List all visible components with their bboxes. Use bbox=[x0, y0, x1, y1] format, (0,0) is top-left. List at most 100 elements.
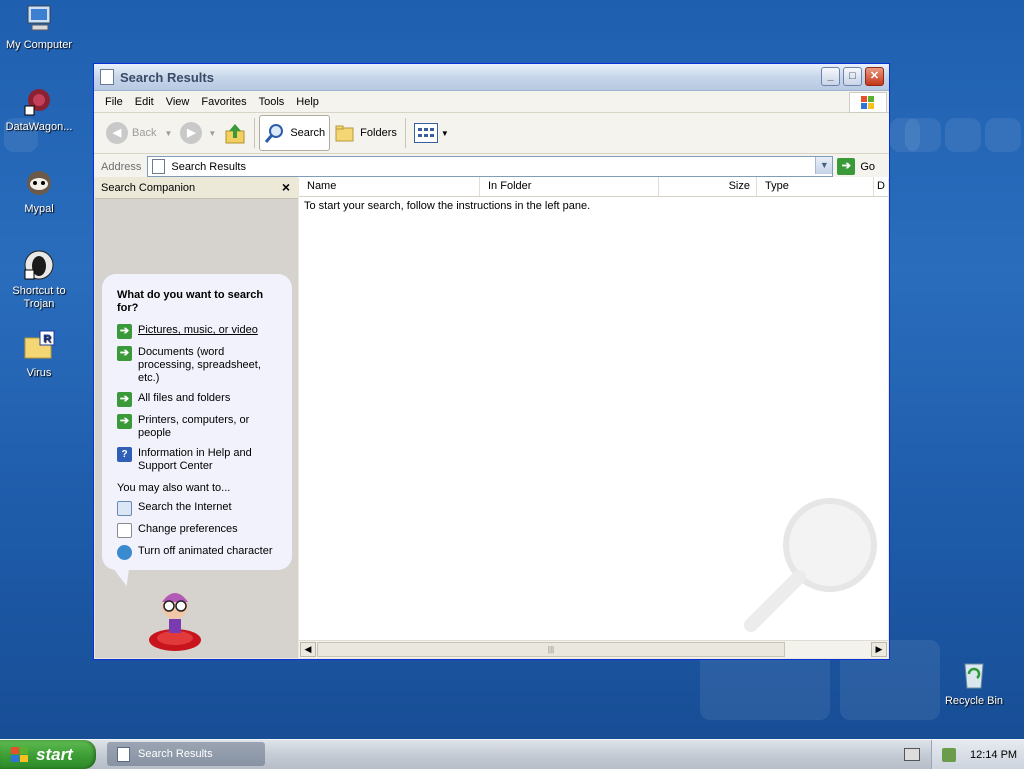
animated-character[interactable] bbox=[145, 584, 205, 654]
views-button[interactable]: ▼ bbox=[410, 116, 453, 150]
option-search-internet[interactable]: Search the Internet bbox=[117, 501, 282, 516]
column-name[interactable]: Name bbox=[299, 177, 480, 196]
green-arrow-icon: ➔ bbox=[117, 414, 132, 429]
desktop-icon-label: Recycle Bin bbox=[944, 695, 1004, 707]
toolbar-separator bbox=[404, 118, 406, 148]
results-pane: Name In Folder Size Type D To start your… bbox=[299, 177, 888, 658]
back-button[interactable]: ◀ Back ▼ bbox=[102, 116, 176, 150]
computer-icon bbox=[22, 2, 56, 36]
recycle-bin-icon bbox=[957, 658, 991, 692]
go-label: Go bbox=[860, 160, 876, 173]
folders-label: Folders bbox=[360, 127, 397, 139]
menu-edit[interactable]: Edit bbox=[129, 96, 160, 108]
clock[interactable]: 12:14 PM bbox=[970, 749, 1017, 761]
search-companion-pane: Search Companion × What do you want to s… bbox=[95, 177, 298, 658]
column-type[interactable]: Type bbox=[757, 177, 874, 196]
title-bar[interactable]: Search Results _ □ ✕ bbox=[94, 64, 889, 91]
maximize-button[interactable]: □ bbox=[843, 67, 862, 86]
back-dropdown-icon[interactable]: ▼ bbox=[164, 129, 172, 138]
address-page-icon bbox=[152, 159, 166, 174]
desktop-icon-mypal[interactable]: Mypal bbox=[0, 166, 78, 216]
desktop-icon-label: Mypal bbox=[24, 203, 54, 215]
option-documents[interactable]: ➔ Documents (word processing, spreadshee… bbox=[117, 346, 282, 385]
views-icon bbox=[413, 123, 438, 143]
search-question: What do you want to search for? bbox=[117, 289, 264, 314]
menu-view[interactable]: View bbox=[160, 96, 196, 108]
desktop-icon-shortcut-trojan[interactable]: Shortcut to Trojan bbox=[0, 248, 78, 311]
desktop-decoration bbox=[985, 118, 1021, 152]
forward-button[interactable]: ▶ ▼ bbox=[176, 116, 220, 150]
option-change-preferences[interactable]: Change preferences bbox=[117, 523, 282, 538]
taskbar-item-search-results[interactable]: Search Results bbox=[107, 742, 265, 766]
option-label: Turn off animated character bbox=[138, 545, 273, 557]
green-arrow-icon: ➔ bbox=[117, 324, 132, 339]
views-dropdown-icon: ▼ bbox=[440, 128, 449, 138]
column-size[interactable]: Size bbox=[659, 177, 757, 196]
scroll-left-button[interactable]: ◀ bbox=[300, 642, 316, 657]
option-printers-computers-people[interactable]: ➔ Printers, computers, or people bbox=[117, 414, 282, 440]
results-message: To start your search, follow the instruc… bbox=[304, 200, 591, 212]
address-dropdown-button[interactable]: ▼ bbox=[815, 157, 833, 174]
desktop-icon-datawagon[interactable]: DataWagon... bbox=[0, 84, 78, 134]
windows-logo-icon bbox=[849, 92, 887, 113]
search-icon bbox=[264, 122, 286, 144]
option-label: Information in Help and Support Center bbox=[138, 447, 252, 472]
column-in-folder[interactable]: In Folder bbox=[480, 177, 659, 196]
keyboard-icon[interactable] bbox=[904, 748, 920, 761]
window-icon bbox=[117, 746, 130, 762]
horizontal-scrollbar[interactable]: ◀ ||| ▶ bbox=[299, 640, 888, 658]
go-button[interactable]: ➔ Go bbox=[837, 158, 875, 175]
search-button[interactable]: Search bbox=[259, 115, 331, 151]
magnifier-watermark-icon bbox=[737, 495, 887, 645]
desktop-icon-recycle-bin[interactable]: Recycle Bin bbox=[935, 658, 1013, 708]
search-companion-title: Search Companion bbox=[101, 181, 196, 194]
option-label: Search the Internet bbox=[138, 501, 232, 513]
companion-close-icon[interactable]: × bbox=[282, 179, 290, 195]
windows-flag-icon bbox=[10, 746, 30, 764]
close-button[interactable]: ✕ bbox=[865, 67, 884, 86]
desktop-icon-virus[interactable]: R Virus bbox=[0, 330, 78, 380]
column-date[interactable]: D bbox=[874, 177, 888, 196]
option-label: All files and folders bbox=[138, 392, 231, 404]
menu-tools[interactable]: Tools bbox=[253, 96, 291, 108]
desktop-icon-label: DataWagon... bbox=[5, 121, 73, 133]
address-label: Address bbox=[101, 160, 142, 173]
menu-bar: File Edit View Favorites Tools Help bbox=[94, 91, 889, 113]
help-icon: ? bbox=[117, 447, 132, 462]
menu-file[interactable]: File bbox=[99, 96, 129, 108]
option-turn-off-character[interactable]: Turn off animated character bbox=[117, 545, 282, 560]
search-companion-header: Search Companion × bbox=[95, 177, 298, 199]
back-label: Back bbox=[132, 127, 157, 139]
taskbar-item-label: Search Results bbox=[138, 748, 213, 760]
up-folder-button[interactable] bbox=[220, 116, 250, 150]
up-folder-icon bbox=[224, 122, 246, 144]
internet-search-icon bbox=[117, 501, 132, 516]
menu-help[interactable]: Help bbox=[290, 96, 325, 108]
start-label: start bbox=[36, 744, 73, 764]
option-label: Printers, computers, or people bbox=[138, 414, 250, 439]
desktop-icon-my-computer[interactable]: My Computer bbox=[0, 2, 78, 52]
globe-icon bbox=[117, 545, 132, 560]
also-label: You may also want to... bbox=[117, 482, 231, 494]
trojan-bug-icon bbox=[22, 248, 56, 282]
desktop-decoration bbox=[945, 118, 981, 152]
menu-favorites[interactable]: Favorites bbox=[195, 96, 252, 108]
svg-text:R: R bbox=[43, 333, 51, 345]
address-field[interactable]: Search Results ▼ bbox=[147, 156, 834, 177]
forward-dropdown-icon[interactable]: ▼ bbox=[208, 129, 216, 138]
system-tray: 12:14 PM bbox=[931, 740, 1024, 769]
option-all-files-folders[interactable]: ➔ All files and folders bbox=[117, 392, 282, 407]
address-value: Search Results bbox=[171, 160, 246, 173]
option-label: Documents (word processing, spreadsheet,… bbox=[138, 346, 261, 384]
column-headers: Name In Folder Size Type D bbox=[299, 177, 888, 197]
desktop-icon-label: My Computer bbox=[5, 39, 73, 51]
start-button[interactable]: start bbox=[0, 740, 96, 769]
option-pictures-music-video[interactable]: ➔ Pictures, music, or video bbox=[117, 324, 282, 339]
network-icon[interactable] bbox=[942, 747, 956, 762]
scroll-right-button[interactable]: ▶ bbox=[871, 642, 887, 657]
folders-button[interactable]: Folders bbox=[330, 116, 401, 150]
scroll-thumb[interactable]: ||| bbox=[317, 642, 785, 657]
minimize-button[interactable]: _ bbox=[821, 67, 840, 86]
go-arrow-icon: ➔ bbox=[837, 158, 856, 175]
option-help-support-center[interactable]: ? Information in Help and Support Center bbox=[117, 447, 282, 473]
